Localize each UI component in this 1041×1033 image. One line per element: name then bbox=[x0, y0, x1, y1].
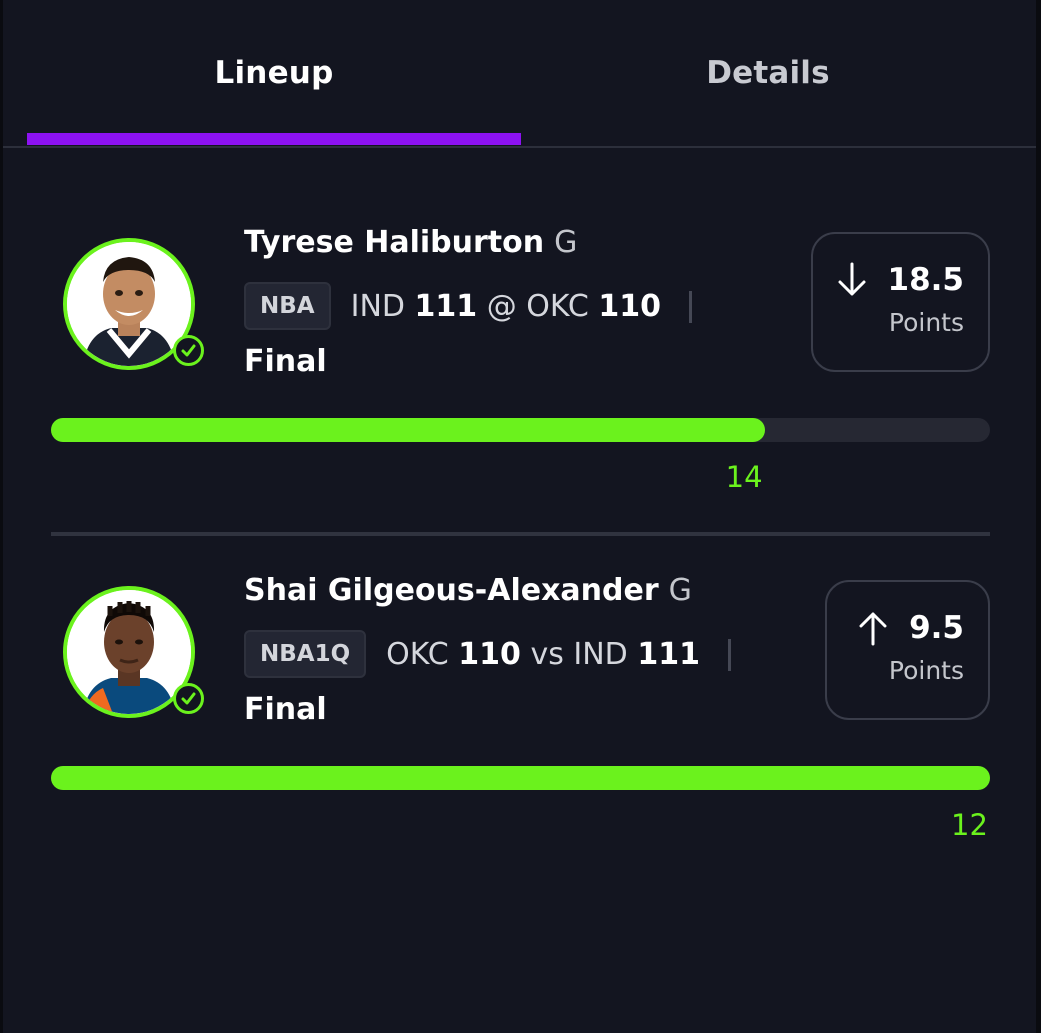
projection-stat: Points bbox=[888, 656, 964, 685]
player-name: Tyrese Haliburton bbox=[244, 225, 545, 260]
pick-card[interactable]: Shai Gilgeous-Alexander G NBA1Q OKC 110 v… bbox=[51, 573, 990, 842]
progress-fill bbox=[51, 418, 765, 442]
matchup-separator: vs bbox=[530, 636, 564, 672]
projection-line: 18.5 bbox=[813, 260, 964, 300]
away-score: 110 bbox=[458, 636, 521, 672]
home-team: OKC bbox=[526, 288, 589, 324]
row-divider bbox=[51, 532, 990, 536]
matchup-line: NBA IND 111 @ OKC 110 bbox=[244, 280, 692, 332]
player-position: G bbox=[668, 573, 692, 608]
lineup-panel: Lineup Details Tyrese Haliburton G NBA I… bbox=[3, 0, 1036, 1033]
progress-bar bbox=[51, 418, 990, 442]
away-score: 111 bbox=[414, 288, 478, 324]
player-avatar bbox=[63, 238, 204, 370]
progress-bar bbox=[51, 766, 990, 790]
pick-card[interactable]: Tyrese Haliburton G NBA IND 111 @ OKC 110… bbox=[51, 225, 990, 494]
matchup-line: NBA1Q OKC 110 vs IND 111 bbox=[244, 628, 731, 680]
projection-box[interactable]: 18.5 Points bbox=[811, 232, 990, 372]
home-score: 110 bbox=[598, 288, 662, 324]
vertical-divider bbox=[727, 639, 731, 671]
check-circle-icon bbox=[173, 335, 204, 366]
player-position: G bbox=[554, 225, 578, 260]
actual-value: 14 bbox=[725, 460, 763, 494]
player-name-line: Shai Gilgeous-Alexander G bbox=[244, 573, 692, 608]
tab-bar: Lineup Details bbox=[3, 0, 1036, 148]
active-tab-indicator bbox=[27, 133, 521, 145]
away-team: IND bbox=[350, 288, 405, 324]
player-avatar bbox=[63, 586, 204, 718]
projection-box[interactable]: 9.5 Points bbox=[825, 580, 990, 720]
projection-value: 18.5 bbox=[887, 262, 965, 298]
projection-line: 9.5 bbox=[827, 608, 964, 648]
check-circle-icon bbox=[173, 683, 204, 714]
game-score: IND 111 @ OKC 110 bbox=[351, 289, 692, 324]
actual-value: 12 bbox=[951, 808, 988, 842]
arrow-down-icon bbox=[838, 262, 865, 296]
player-name: Shai Gilgeous-Alexander bbox=[244, 573, 659, 608]
progress-fill bbox=[51, 766, 990, 790]
projection-value: 9.5 bbox=[909, 610, 964, 646]
home-team: IND bbox=[573, 636, 628, 672]
game-score: OKC 110 vs IND 111 bbox=[386, 636, 731, 672]
matchup-separator: @ bbox=[486, 288, 517, 324]
player-name-line: Tyrese Haliburton G bbox=[244, 225, 577, 260]
vertical-divider bbox=[688, 291, 692, 323]
game-status: Final bbox=[244, 692, 327, 727]
league-badge: NBA1Q bbox=[244, 630, 367, 678]
projection-stat: Points bbox=[888, 308, 964, 337]
game-status: Final bbox=[244, 344, 327, 379]
league-badge: NBA bbox=[244, 282, 331, 330]
home-score: 111 bbox=[637, 636, 700, 672]
tab-details[interactable]: Details bbox=[521, 55, 1015, 91]
arrow-up-icon bbox=[859, 612, 887, 646]
tab-lineup[interactable]: Lineup bbox=[27, 55, 521, 91]
away-team: OKC bbox=[386, 636, 449, 672]
